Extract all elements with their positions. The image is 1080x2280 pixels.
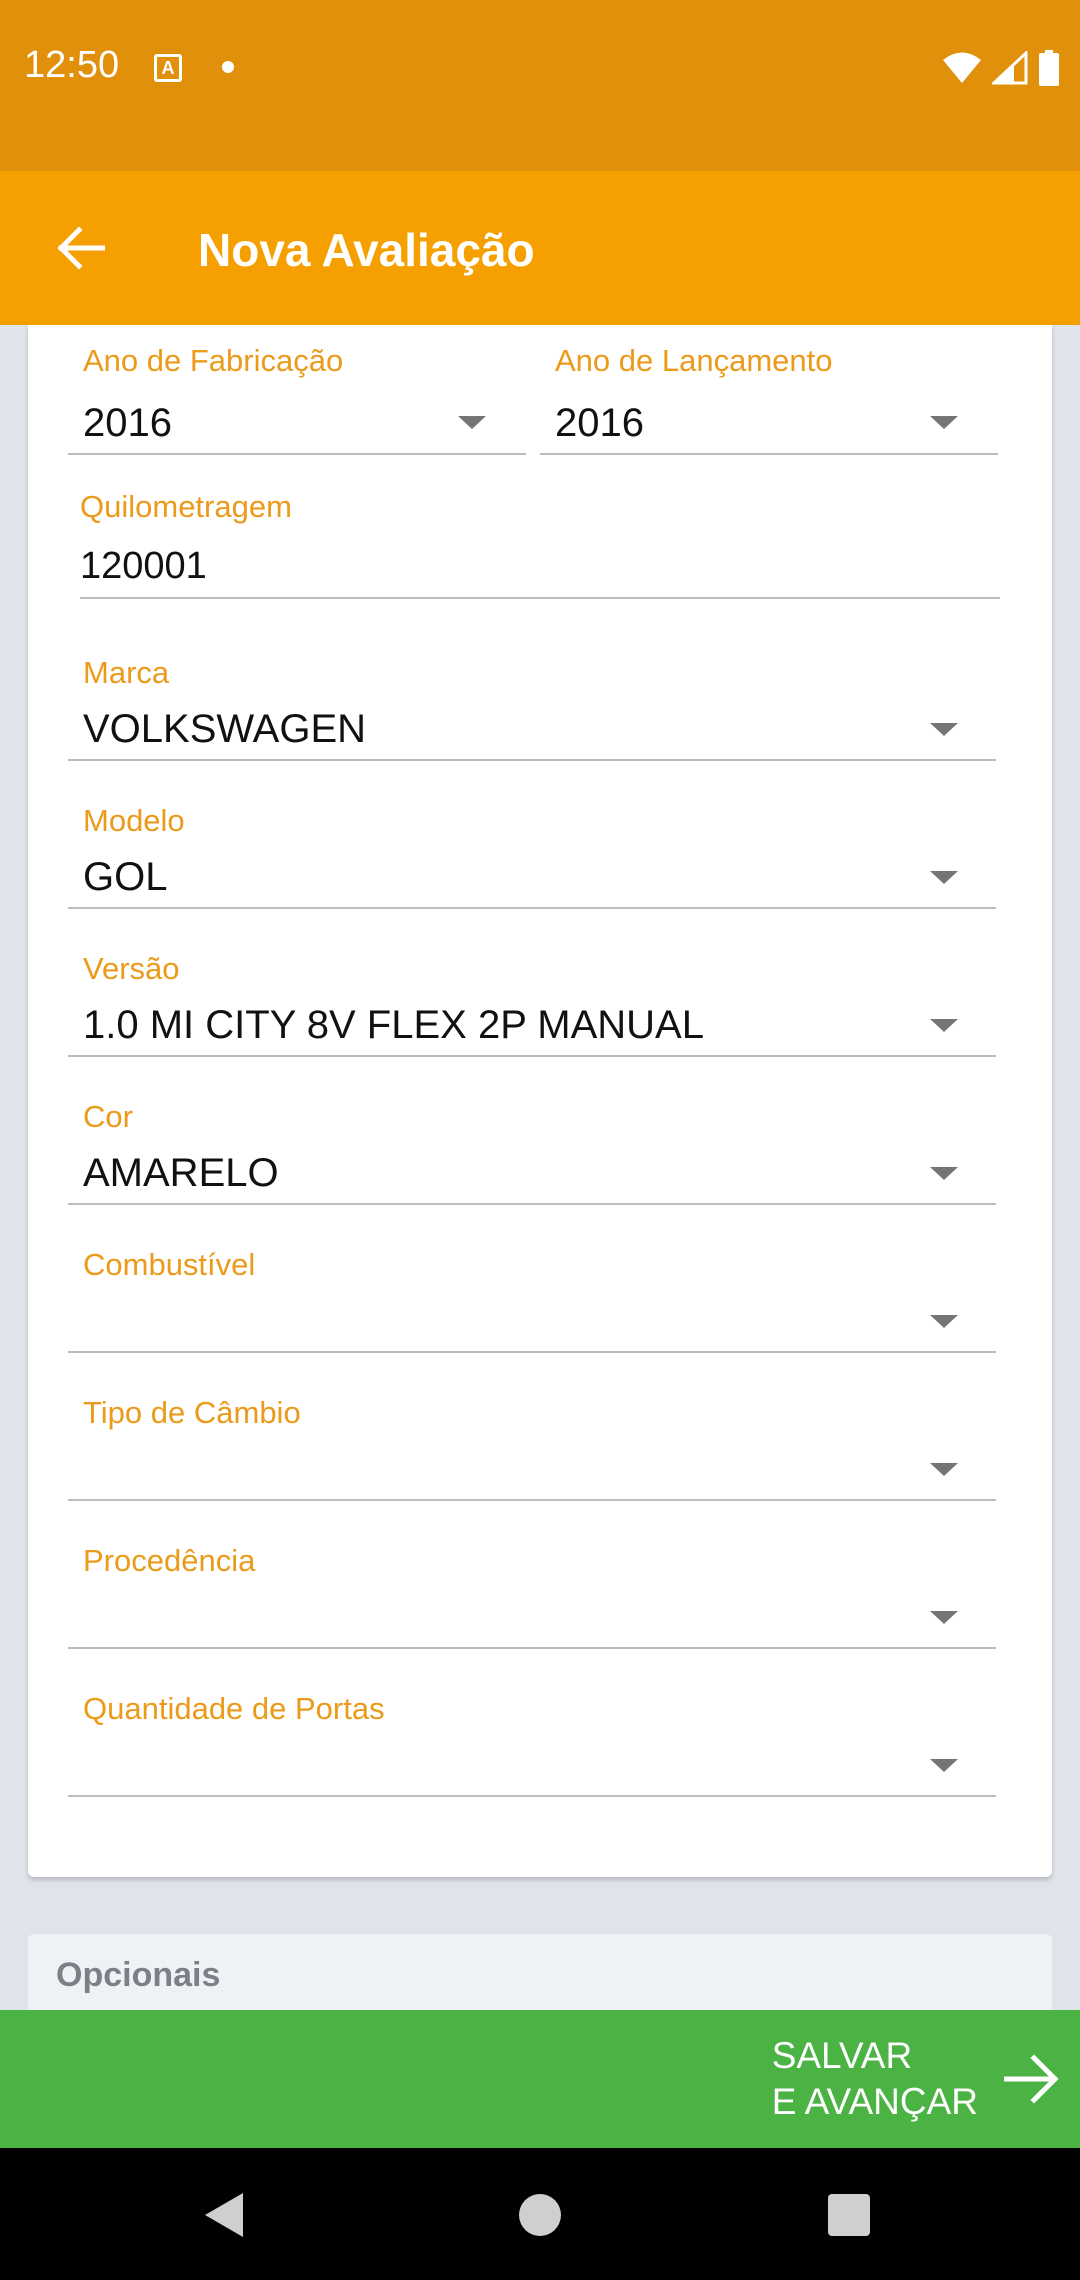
field-underline	[68, 759, 996, 761]
ano-fabricacao-label: Ano de Fabricação	[83, 343, 344, 378]
app-bar: Nova Avaliação	[0, 171, 1080, 325]
arrow-forward-icon	[1004, 2054, 1059, 2104]
field-underline	[68, 1647, 996, 1649]
field-underline	[540, 453, 998, 455]
status-time: 12:50	[24, 44, 120, 86]
tipo-cambio-label: Tipo de Câmbio	[83, 1395, 301, 1430]
save-label-line2: E AVANÇAR	[771, 2081, 978, 2122]
marca-label: Marca	[83, 655, 170, 690]
cor-dropdown[interactable]: Cor AMARELO	[68, 1099, 996, 1219]
field-underline	[68, 453, 526, 455]
arrow-back-icon	[57, 226, 105, 270]
nav-back-icon[interactable]	[205, 2193, 243, 2237]
nav-home-icon[interactable]	[519, 2194, 561, 2236]
system-nav-bar	[0, 2148, 1080, 2280]
combustivel-label: Combustível	[83, 1247, 256, 1282]
modelo-dropdown[interactable]: Modelo GOL	[68, 803, 996, 923]
field-underline	[68, 1203, 996, 1205]
cor-label: Cor	[83, 1099, 133, 1134]
field-underline	[68, 907, 996, 909]
field-underline	[68, 1351, 996, 1353]
quantidade-portas-dropdown[interactable]: Quantidade de Portas	[68, 1691, 996, 1811]
tipo-cambio-dropdown[interactable]: Tipo de Câmbio	[68, 1395, 996, 1515]
notification-app-icon: A	[154, 54, 182, 82]
page-title: Nova Avaliação	[198, 224, 535, 276]
modelo-value: GOL	[83, 855, 168, 899]
marca-dropdown[interactable]: Marca VOLKSWAGEN	[68, 655, 996, 775]
quantidade-portas-label: Quantidade de Portas	[83, 1691, 385, 1726]
cor-value: AMARELO	[83, 1151, 279, 1195]
field-underline	[68, 1055, 996, 1057]
ano-lancamento-value: 2016	[555, 401, 644, 445]
chevron-down-icon	[930, 871, 958, 884]
combustivel-dropdown[interactable]: Combustível	[68, 1247, 996, 1367]
chevron-down-icon	[930, 1167, 958, 1180]
status-icons	[942, 48, 1060, 88]
chevron-down-icon	[930, 1463, 958, 1476]
chevron-down-icon	[930, 1759, 958, 1772]
chevron-down-icon	[930, 1315, 958, 1328]
procedencia-dropdown[interactable]: Procedência	[68, 1543, 996, 1663]
ano-lancamento-dropdown[interactable]: Ano de Lançamento 2016	[540, 325, 998, 457]
marca-value: VOLKSWAGEN	[83, 707, 367, 751]
versao-label: Versão	[83, 951, 180, 986]
back-button[interactable]	[40, 208, 120, 288]
quilometragem-value: 120001	[80, 545, 207, 587]
field-underline	[68, 1499, 996, 1501]
chevron-down-icon	[930, 1611, 958, 1624]
field-underline	[68, 1795, 996, 1797]
cell-signal-icon	[992, 51, 1028, 85]
chevron-down-icon	[930, 723, 958, 736]
ano-lancamento-label: Ano de Lançamento	[555, 343, 833, 378]
vehicle-form-card: Ano de Fabricação 2016 Ano de Lançamento…	[28, 325, 1052, 1877]
opcionais-header: Opcionais	[56, 1956, 221, 1994]
quilometragem-label: Quilometragem	[80, 489, 292, 524]
save-button-label: SALVAR E AVANÇAR	[772, 2033, 978, 2125]
field-underline	[80, 597, 1000, 599]
modelo-label: Modelo	[83, 803, 185, 838]
ano-fabricacao-value: 2016	[83, 401, 172, 445]
save-and-advance-button[interactable]: SALVAR E AVANÇAR	[772, 2010, 1060, 2148]
versao-dropdown[interactable]: Versão 1.0 MI CITY 8V FLEX 2P MANUAL	[68, 951, 996, 1071]
status-bar: 12:50 A	[0, 0, 1080, 171]
nav-recents-icon[interactable]	[828, 2194, 870, 2236]
chevron-down-icon	[930, 416, 958, 429]
versao-value: 1.0 MI CITY 8V FLEX 2P MANUAL	[83, 1003, 704, 1047]
wifi-icon	[943, 52, 981, 83]
procedencia-label: Procedência	[83, 1543, 256, 1578]
chevron-down-icon	[930, 1019, 958, 1032]
battery-icon	[1039, 50, 1059, 86]
notification-dot-icon	[222, 61, 234, 73]
ano-fabricacao-dropdown[interactable]: Ano de Fabricação 2016	[68, 325, 526, 457]
chevron-down-icon	[458, 416, 486, 429]
save-label-line1: SALVAR	[771, 2035, 913, 2076]
quilometragem-input[interactable]: Quilometragem 120001	[80, 485, 1000, 605]
save-bar: SALVAR E AVANÇAR	[0, 2010, 1080, 2148]
